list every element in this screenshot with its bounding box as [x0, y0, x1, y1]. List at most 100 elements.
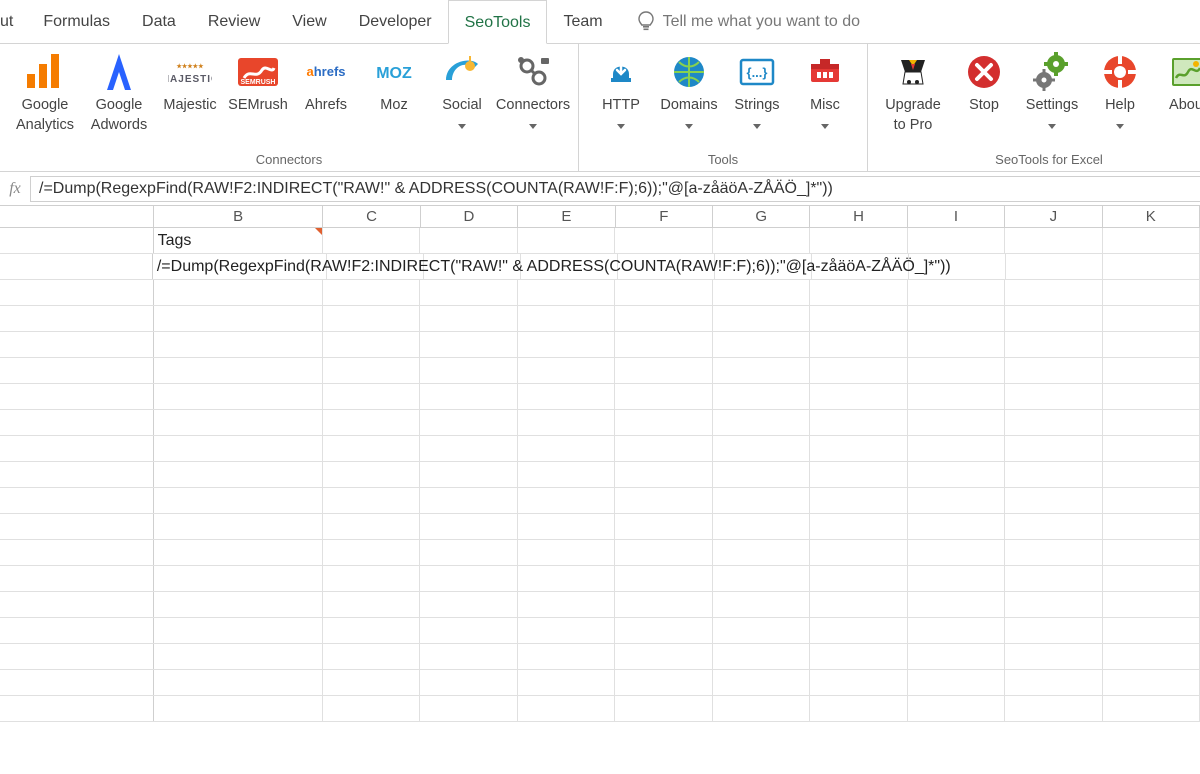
cell-E10[interactable]: [518, 462, 615, 487]
row-header[interactable]: [0, 436, 154, 461]
help-button[interactable]: Help: [1086, 48, 1154, 135]
cell-I3[interactable]: [908, 280, 1005, 305]
cell-F19[interactable]: [615, 696, 712, 721]
cell-I6[interactable]: [908, 358, 1005, 383]
cell-J2[interactable]: [1006, 254, 1103, 279]
cell-G19[interactable]: [713, 696, 810, 721]
cell-I12[interactable]: [908, 514, 1005, 539]
cell-I5[interactable]: [908, 332, 1005, 357]
cell-J14[interactable]: [1005, 566, 1102, 591]
strings-button[interactable]: {...}Strings: [723, 48, 791, 135]
col-header-I[interactable]: I: [908, 206, 1005, 227]
row-header[interactable]: [0, 696, 154, 721]
cell-G7[interactable]: [713, 384, 810, 409]
cell-J19[interactable]: [1005, 696, 1102, 721]
cell-F4[interactable]: [615, 306, 712, 331]
cell-K10[interactable]: [1103, 462, 1200, 487]
col-header-C[interactable]: C: [323, 206, 420, 227]
cell-I19[interactable]: [908, 696, 1005, 721]
cell-H4[interactable]: [810, 306, 907, 331]
cell-H9[interactable]: [810, 436, 907, 461]
semrush-button[interactable]: SEMRUSHSEMrush: [224, 48, 292, 134]
cell-F6[interactable]: [615, 358, 712, 383]
cell-I11[interactable]: [908, 488, 1005, 513]
cell-B11[interactable]: [154, 488, 323, 513]
cell-D8[interactable]: [420, 410, 517, 435]
cell-F12[interactable]: [615, 514, 712, 539]
col-header-H[interactable]: H: [810, 206, 907, 227]
col-header-F[interactable]: F: [616, 206, 713, 227]
cell-H7[interactable]: [810, 384, 907, 409]
cell-F10[interactable]: [615, 462, 712, 487]
cell-F11[interactable]: [615, 488, 712, 513]
cell-E15[interactable]: [518, 592, 615, 617]
col-header-E[interactable]: E: [518, 206, 615, 227]
cell-B1[interactable]: Tags: [154, 228, 323, 253]
cell-D14[interactable]: [420, 566, 517, 591]
moz-button[interactable]: MOZMoz: [360, 48, 428, 134]
cell-D19[interactable]: [420, 696, 517, 721]
cell-C13[interactable]: [323, 540, 420, 565]
cell-J18[interactable]: [1005, 670, 1102, 695]
cell-B3[interactable]: [154, 280, 323, 305]
cell-C4[interactable]: [323, 306, 420, 331]
cell-D7[interactable]: [420, 384, 517, 409]
cell-E7[interactable]: [518, 384, 615, 409]
cell-F3[interactable]: [615, 280, 712, 305]
cell-C12[interactable]: [323, 514, 420, 539]
cell-I8[interactable]: [908, 410, 1005, 435]
cell-K1[interactable]: [1103, 228, 1200, 253]
cell-C10[interactable]: [323, 462, 420, 487]
cell-H5[interactable]: [810, 332, 907, 357]
cell-B15[interactable]: [154, 592, 323, 617]
cell-G14[interactable]: [713, 566, 810, 591]
cell-I1[interactable]: [908, 228, 1005, 253]
cell-B4[interactable]: [154, 306, 323, 331]
cell-B2[interactable]: /=Dump(RegexpFind(RAW!F2:INDIRECT("RAW!"…: [153, 254, 327, 279]
cell-I13[interactable]: [908, 540, 1005, 565]
cell-F13[interactable]: [615, 540, 712, 565]
cell-H16[interactable]: [810, 618, 907, 643]
row-header[interactable]: [0, 514, 154, 539]
cell-G8[interactable]: [713, 410, 810, 435]
http-button[interactable]: HTTP: [587, 48, 655, 135]
cell-J15[interactable]: [1005, 592, 1102, 617]
row-header[interactable]: [0, 410, 154, 435]
tab-review[interactable]: Review: [192, 0, 276, 44]
cell-F5[interactable]: [615, 332, 712, 357]
cell-H17[interactable]: [810, 644, 907, 669]
cell-I15[interactable]: [908, 592, 1005, 617]
cell-K9[interactable]: [1103, 436, 1200, 461]
cell-J9[interactable]: [1005, 436, 1102, 461]
row-header[interactable]: [0, 384, 154, 409]
cell-D6[interactable]: [420, 358, 517, 383]
domains-button[interactable]: Domains: [655, 48, 723, 135]
ahrefs-button[interactable]: ahrefsAhrefs: [292, 48, 360, 134]
cell-G3[interactable]: [713, 280, 810, 305]
cell-C8[interactable]: [323, 410, 420, 435]
cell-G15[interactable]: [713, 592, 810, 617]
cell-G17[interactable]: [713, 644, 810, 669]
row-header[interactable]: [0, 228, 154, 253]
cell-D9[interactable]: [420, 436, 517, 461]
cell-D15[interactable]: [420, 592, 517, 617]
cell-E16[interactable]: [518, 618, 615, 643]
cell-F9[interactable]: [615, 436, 712, 461]
cell-F7[interactable]: [615, 384, 712, 409]
cell-C16[interactable]: [323, 618, 420, 643]
about-button[interactable]: About: [1154, 48, 1200, 134]
cell-K6[interactable]: [1103, 358, 1200, 383]
cell-H18[interactable]: [810, 670, 907, 695]
cell-K3[interactable]: [1103, 280, 1200, 305]
cell-J10[interactable]: [1005, 462, 1102, 487]
cell-K17[interactable]: [1103, 644, 1200, 669]
cell-B16[interactable]: [154, 618, 323, 643]
col-header-G[interactable]: G: [713, 206, 810, 227]
col-header-B[interactable]: B: [154, 206, 323, 227]
cell-D5[interactable]: [420, 332, 517, 357]
cell-G4[interactable]: [713, 306, 810, 331]
spreadsheet-grid[interactable]: BCDEFGHIJK Tags/=Dump(RegexpFind(RAW!F2:…: [0, 206, 1200, 722]
cell-C1[interactable]: [323, 228, 420, 253]
cell-B9[interactable]: [154, 436, 323, 461]
cell-H19[interactable]: [810, 696, 907, 721]
